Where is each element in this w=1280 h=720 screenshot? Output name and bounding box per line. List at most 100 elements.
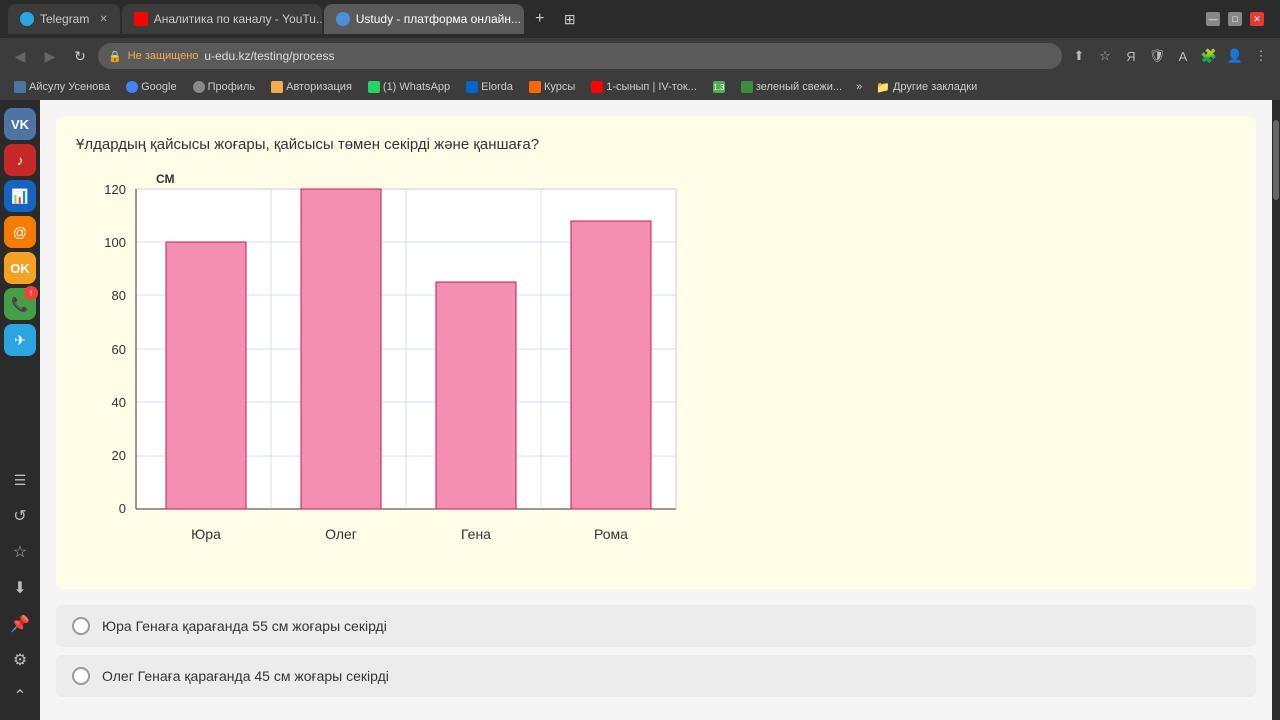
right-scrollbar[interactable] bbox=[1272, 100, 1280, 720]
sidebar-settings-icon[interactable]: ⚙ bbox=[4, 644, 36, 676]
youtube-tab-icon bbox=[134, 12, 148, 26]
new-tab-button[interactable]: + bbox=[526, 5, 554, 33]
svg-text:120: 120 bbox=[104, 182, 126, 197]
sidebar-mail-icon[interactable]: @ bbox=[4, 216, 36, 248]
tab-telegram-label: Telegram bbox=[40, 12, 89, 26]
answer-radio-2[interactable] bbox=[72, 667, 90, 685]
kursy-bookmark-icon bbox=[529, 81, 541, 93]
folder-icon: 📁 bbox=[876, 81, 890, 94]
sidebar-phone-icon[interactable]: 📞 ! bbox=[4, 288, 36, 320]
svg-text:40: 40 bbox=[112, 395, 126, 410]
chart-wrapper: 120 100 80 60 40 20 0 СМ bbox=[76, 169, 1236, 569]
bookmark-green-label: зеленый свежи... bbox=[756, 81, 842, 93]
profile-icon[interactable]: 👤 bbox=[1224, 45, 1246, 67]
telegram-tab-icon bbox=[20, 12, 34, 26]
minimize-button[interactable]: — bbox=[1206, 12, 1220, 26]
bookmark-айсулу[interactable]: Айсулу Усенова bbox=[8, 79, 116, 95]
sidebar-analytics-icon[interactable]: 📊 bbox=[4, 180, 36, 212]
window-controls: — □ ✕ bbox=[1206, 12, 1272, 26]
tab-ustudy[interactable]: Ustudy - платформа онлайн... ✕ bbox=[324, 4, 524, 34]
answer-option-1[interactable]: Юра Генаға қарағанда 55 см жоғары секірд… bbox=[56, 605, 1256, 647]
bookmark-icon[interactable]: ☆ bbox=[1094, 45, 1116, 67]
answer-radio-1[interactable] bbox=[72, 617, 90, 635]
lock-icon: 🔒 bbox=[108, 50, 122, 63]
bookmark-green[interactable]: зеленый свежи... bbox=[735, 79, 848, 95]
bookmark-auth[interactable]: Авторизация bbox=[265, 79, 358, 95]
vk-bookmark-icon bbox=[14, 81, 26, 93]
sidebar-pin-icon[interactable]: 📌 bbox=[4, 608, 36, 640]
svg-text:20: 20 bbox=[112, 448, 126, 463]
maximize-button[interactable]: □ bbox=[1228, 12, 1242, 26]
yandex-icon[interactable]: Я bbox=[1120, 45, 1142, 67]
tab-telegram[interactable]: Telegram ✕ bbox=[8, 4, 120, 34]
more-bookmarks-button[interactable]: » bbox=[852, 79, 866, 95]
tab-ustudy-label: Ustudy - платформа онлайн... bbox=[356, 12, 521, 26]
translate-icon[interactable]: A bbox=[1172, 45, 1194, 67]
bookmark-whatsapp[interactable]: (1) WhatsApp bbox=[362, 79, 456, 95]
address-bar[interactable]: 🔒 Не защищено u-edu.kz/testing/process bbox=[98, 43, 1062, 69]
content-area: Ұлдардың қайсысы жоғары, қайсысы төмен с… bbox=[40, 100, 1272, 720]
bookmark-whatsapp-label: (1) WhatsApp bbox=[383, 81, 450, 93]
bookmark-profile-label: Профиль bbox=[208, 81, 256, 93]
tab-bar: Telegram ✕ Аналитика по каналу - YouTu..… bbox=[0, 0, 1280, 38]
bookmark-айсулу-label: Айсулу Усенова bbox=[29, 81, 110, 93]
sidebar-vk-icon[interactable]: VK bbox=[4, 108, 36, 140]
auth-bookmark-icon bbox=[271, 81, 283, 93]
bookmark-kursy-label: Курсы bbox=[544, 81, 575, 93]
sidebar-ok-icon[interactable]: OK bbox=[4, 252, 36, 284]
main-layout: VK ♪ 📊 @ OK 📞 ! ✈ ☰ ↺ ☆ ⬇ 📌 ⚙ ⌃ Ұлдардың… bbox=[0, 100, 1280, 720]
ustudy-tab-icon bbox=[336, 12, 350, 26]
sidebar-list-icon[interactable]: ☰ bbox=[4, 464, 36, 496]
bookmark-youtube[interactable]: 1-сынып | IV-ток... bbox=[585, 79, 703, 95]
sidebar-collapse-icon[interactable]: ⌃ bbox=[4, 680, 36, 712]
profile-bookmark-icon bbox=[193, 81, 205, 93]
share-icon[interactable]: ⬆ bbox=[1068, 45, 1090, 67]
reload-button[interactable]: ↻ bbox=[68, 44, 92, 68]
bar-chart: 120 100 80 60 40 20 0 СМ bbox=[76, 169, 716, 569]
svg-text:Юра: Юра bbox=[191, 526, 221, 542]
sidebar-download-icon[interactable]: ⬇ bbox=[4, 572, 36, 604]
youtube-bookmark-icon bbox=[591, 81, 603, 93]
num-bookmark-icon: 1.3 bbox=[713, 81, 725, 93]
sidebar-music-icon[interactable]: ♪ bbox=[4, 144, 36, 176]
bookmark-youtube-label: 1-сынып | IV-ток... bbox=[606, 81, 697, 93]
tab-youtube-label: Аналитика по каналу - YouTu... bbox=[154, 12, 322, 26]
bookmark-num[interactable]: 1.3 bbox=[707, 79, 731, 95]
svg-text:СМ: СМ bbox=[156, 172, 175, 186]
bookmarks-bar: Айсулу Усенова Google Профиль Авторизаци… bbox=[0, 74, 1280, 100]
other-bookmarks-label: Другие закладки bbox=[893, 81, 977, 93]
bar-gena bbox=[436, 282, 516, 509]
sidebar-history-icon[interactable]: ↺ bbox=[4, 500, 36, 532]
close-button[interactable]: ✕ bbox=[1250, 12, 1264, 26]
menu-icon[interactable]: ⋮ bbox=[1250, 45, 1272, 67]
elorda-bookmark-icon bbox=[466, 81, 478, 93]
chart-container: 120 100 80 60 40 20 0 СМ bbox=[76, 169, 716, 569]
nav-actions: ⬆ ☆ Я 🛡 A 🧩 👤 ⋮ bbox=[1068, 45, 1272, 67]
other-bookmarks-folder[interactable]: 📁 Другие закладки bbox=[870, 79, 983, 96]
scroll-thumb[interactable] bbox=[1273, 120, 1279, 200]
bookmark-elorda[interactable]: Elorda bbox=[460, 79, 519, 95]
extensions-icon[interactable]: 🧩 bbox=[1198, 45, 1220, 67]
svg-text:Олег: Олег bbox=[325, 526, 357, 542]
bookmark-google[interactable]: Google bbox=[120, 79, 182, 95]
tab-youtube[interactable]: Аналитика по каналу - YouTu... ✕ bbox=[122, 4, 322, 34]
bookmark-kursy[interactable]: Курсы bbox=[523, 79, 581, 95]
notification-badge: ! bbox=[24, 286, 38, 300]
answer-option-2[interactable]: Олег Генаға қарағанда 45 см жоғары секір… bbox=[56, 655, 1256, 697]
svg-text:Рома: Рома bbox=[594, 526, 628, 542]
bar-oleg bbox=[301, 189, 381, 509]
sidebar-star-icon[interactable]: ☆ bbox=[4, 536, 36, 568]
question-container: Ұлдардың қайсысы жоғары, қайсысы төмен с… bbox=[56, 116, 1256, 589]
svg-text:Гена: Гена bbox=[461, 526, 491, 542]
browser-chrome: Telegram ✕ Аналитика по каналу - YouTu..… bbox=[0, 0, 1280, 100]
bookmark-auth-label: Авторизация bbox=[286, 81, 352, 93]
shield-icon[interactable]: 🛡 bbox=[1146, 45, 1168, 67]
whatsapp-bookmark-icon bbox=[368, 81, 380, 93]
sidebar-telegram-icon[interactable]: ✈ bbox=[4, 324, 36, 356]
back-button[interactable]: ◀ bbox=[8, 44, 32, 68]
manage-tabs-button[interactable]: ⊞ bbox=[556, 5, 584, 33]
bookmark-profile[interactable]: Профиль bbox=[187, 79, 262, 95]
tab-telegram-close[interactable]: ✕ bbox=[99, 14, 107, 25]
answer-text-2: Олег Генаға қарағанда 45 см жоғары секір… bbox=[102, 668, 389, 684]
forward-button[interactable]: ▶ bbox=[38, 44, 62, 68]
